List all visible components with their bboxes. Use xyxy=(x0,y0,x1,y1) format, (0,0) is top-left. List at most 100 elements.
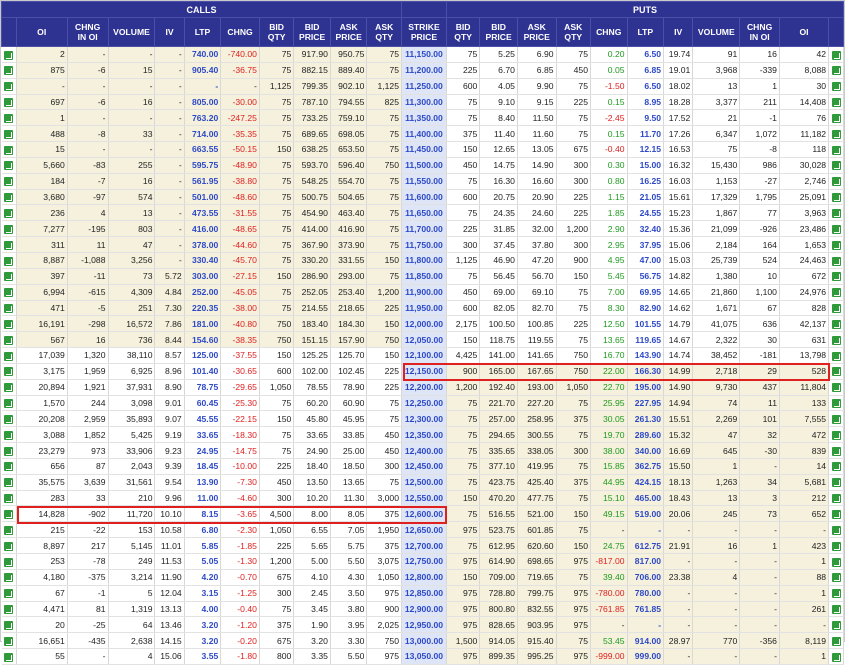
chart-icon[interactable] xyxy=(4,98,14,108)
strike-price[interactable]: 12,350.00 xyxy=(401,426,447,444)
strike-price[interactable]: 12,450.00 xyxy=(401,458,447,475)
calls-col-header[interactable]: BID QTY xyxy=(258,17,295,47)
call-ltp[interactable]: 78.75 xyxy=(184,379,222,396)
call-ltp[interactable]: 473.55 xyxy=(184,204,222,222)
put-ltp[interactable]: 8.95 xyxy=(627,94,665,111)
chart-icon[interactable] xyxy=(4,208,14,218)
put-ltp[interactable]: 761.85 xyxy=(627,601,665,618)
put-ltp[interactable]: 119.65 xyxy=(627,331,665,349)
calls-col-header[interactable]: ASK QTY xyxy=(366,17,402,47)
call-ltp[interactable]: 11.00 xyxy=(184,490,222,507)
chart-icon[interactable] xyxy=(4,335,14,345)
put-ltp[interactable]: 780.00 xyxy=(627,585,665,602)
put-ltp[interactable]: 817.00 xyxy=(627,553,665,570)
puts-col-header[interactable]: BID PRICE xyxy=(479,17,518,47)
put-ltp[interactable]: 11.70 xyxy=(627,125,665,143)
put-ltp[interactable]: 612.75 xyxy=(627,537,665,554)
strike-price[interactable]: 11,150.00 xyxy=(401,46,447,63)
strike-price[interactable]: 11,800.00 xyxy=(401,252,447,269)
put-ltp[interactable]: 15.00 xyxy=(627,157,665,174)
put-ltp[interactable]: 32.40 xyxy=(627,220,665,238)
chart-icon[interactable] xyxy=(831,193,841,203)
chart-icon[interactable] xyxy=(4,288,14,298)
call-ltp[interactable]: 3.55 xyxy=(184,648,222,665)
chart-icon[interactable] xyxy=(831,145,841,155)
strike-price[interactable]: 12,750.00 xyxy=(401,553,447,570)
chart-icon[interactable] xyxy=(831,430,841,440)
chart-icon[interactable] xyxy=(831,652,841,662)
call-ltp[interactable]: 3.15 xyxy=(184,585,222,602)
chart-icon[interactable] xyxy=(831,525,841,535)
strike-price[interactable]: 12,150.00 xyxy=(401,363,447,380)
call-ltp[interactable]: 663.55 xyxy=(184,141,222,158)
strike-price[interactable]: 11,300.00 xyxy=(401,94,447,111)
put-ltp[interactable]: 56.75 xyxy=(627,268,665,285)
put-ltp[interactable]: 6.50 xyxy=(627,46,665,63)
chart-icon[interactable] xyxy=(831,557,841,567)
put-ltp[interactable]: 47.00 xyxy=(627,252,665,269)
strike-price[interactable]: 13,000.00 xyxy=(401,632,447,650)
put-ltp[interactable]: 999.00 xyxy=(627,648,665,665)
chart-icon[interactable] xyxy=(4,652,14,662)
strike-price[interactable]: 12,300.00 xyxy=(401,410,447,428)
strike-price[interactable]: 11,550.00 xyxy=(401,173,447,190)
puts-col-header[interactable]: ASK QTY xyxy=(555,17,591,47)
calls-col-header[interactable]: IV xyxy=(154,17,185,47)
chart-icon[interactable] xyxy=(4,541,14,551)
chart-icon[interactable] xyxy=(4,494,14,504)
call-ltp[interactable]: 595.75 xyxy=(184,157,222,174)
call-ltp[interactable]: 154.60 xyxy=(184,331,222,349)
put-ltp[interactable]: 261.30 xyxy=(627,410,665,428)
put-ltp[interactable]: 914.00 xyxy=(627,632,665,650)
puts-col-header[interactable]: OI xyxy=(778,17,830,47)
chart-icon[interactable] xyxy=(4,573,14,583)
call-ltp[interactable]: 501.00 xyxy=(184,189,222,206)
put-ltp[interactable]: 24.55 xyxy=(627,204,665,222)
calls-col-header[interactable]: VOLUME xyxy=(107,17,156,47)
call-ltp[interactable]: 3.20 xyxy=(184,616,222,634)
puts-col-header[interactable]: BID QTY xyxy=(445,17,481,47)
strike-price[interactable]: 12,550.00 xyxy=(401,490,447,507)
puts-col-header[interactable]: IV xyxy=(663,17,694,47)
call-ltp[interactable]: 33.65 xyxy=(184,426,222,444)
call-ltp[interactable]: 60.45 xyxy=(184,395,222,412)
put-ltp[interactable]: 465.00 xyxy=(627,490,665,507)
chart-icon[interactable] xyxy=(4,605,14,615)
strike-price[interactable]: 11,900.00 xyxy=(401,284,447,301)
call-ltp[interactable]: 303.00 xyxy=(184,268,222,285)
chart-icon[interactable] xyxy=(4,510,14,519)
puts-col-header[interactable]: CHNG IN OI xyxy=(739,17,780,47)
strike-price[interactable]: 12,650.00 xyxy=(401,521,447,539)
strike-price[interactable]: 11,750.00 xyxy=(401,236,447,253)
strike-col-header[interactable]: STRIKE PRICE xyxy=(401,17,447,47)
strike-price[interactable]: 11,350.00 xyxy=(401,109,447,127)
put-ltp[interactable]: 706.00 xyxy=(627,569,665,586)
chart-icon[interactable] xyxy=(831,319,841,329)
chart-icon[interactable] xyxy=(4,129,14,139)
strike-price[interactable]: 12,900.00 xyxy=(401,601,447,618)
put-ltp[interactable]: 166.30 xyxy=(627,363,665,380)
call-ltp[interactable]: 18.45 xyxy=(184,458,222,475)
strike-price[interactable]: 11,950.00 xyxy=(401,300,447,317)
chart-icon[interactable] xyxy=(831,620,841,630)
chart-icon[interactable] xyxy=(831,605,841,615)
strike-price[interactable]: 11,500.00 xyxy=(401,157,447,174)
chart-icon[interactable] xyxy=(4,66,14,76)
strike-price[interactable]: 11,850.00 xyxy=(401,268,447,285)
chart-icon[interactable] xyxy=(4,399,14,409)
chart-icon[interactable] xyxy=(831,335,841,345)
chart-icon[interactable] xyxy=(831,66,841,76)
calls-col-header[interactable]: CHNG xyxy=(220,17,260,47)
call-ltp[interactable]: 416.00 xyxy=(184,220,222,238)
chart-icon[interactable] xyxy=(4,256,14,266)
chart-icon[interactable] xyxy=(831,98,841,108)
calls-col-header[interactable]: CHNG IN OI xyxy=(66,17,109,47)
strike-price[interactable]: 13,050.00 xyxy=(401,648,447,665)
call-ltp[interactable]: 5.85 xyxy=(184,537,222,554)
chart-icon[interactable] xyxy=(4,478,14,488)
chart-icon[interactable] xyxy=(831,573,841,583)
chart-icon[interactable] xyxy=(4,462,14,472)
chart-icon[interactable] xyxy=(831,383,841,393)
call-ltp[interactable]: 125.00 xyxy=(184,347,222,364)
strike-price[interactable]: 11,650.00 xyxy=(401,204,447,222)
